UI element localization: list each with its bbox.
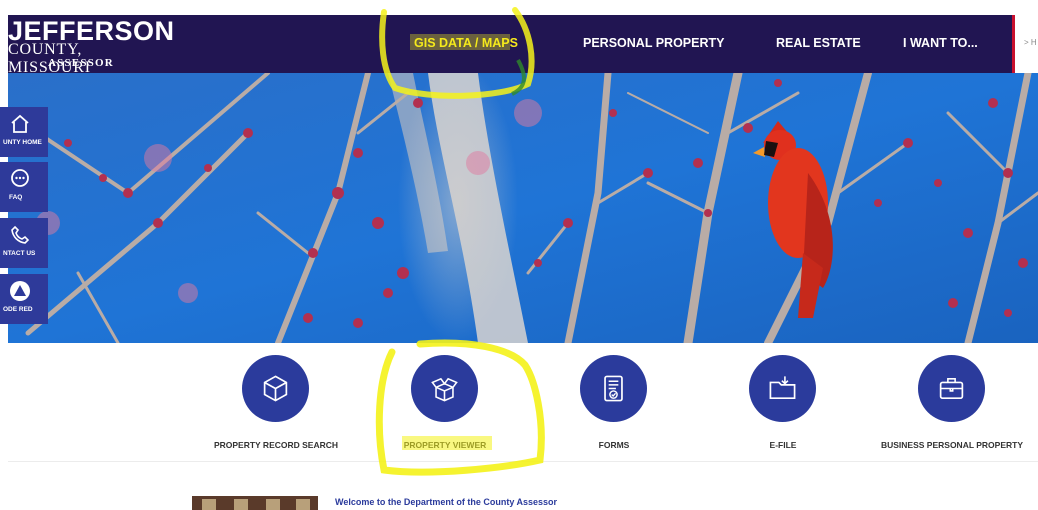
folder-download-icon <box>769 376 796 400</box>
county-logo[interactable]: JEFFERSON COUNTY, MISSOURI ASSESSOR <box>8 15 174 76</box>
service-label[interactable]: FORMS <box>529 440 699 450</box>
services-row: PROPERTY RECORD SEARCH PROPERTY VIEWER F… <box>8 343 1038 461</box>
service-icon-circle[interactable] <box>749 355 816 422</box>
service-e-file[interactable]: E-FILE <box>698 343 868 461</box>
service-property-record-search[interactable]: PROPERTY RECORD SEARCH <box>191 343 361 461</box>
quick-link-label: FAQ <box>9 194 23 201</box>
site-header: JEFFERSON COUNTY, MISSOURI ASSESSOR GIS … <box>8 15 1038 76</box>
alert-icon <box>10 281 30 301</box>
nav-i-want-to[interactable]: I WANT TO... <box>903 15 978 73</box>
nav-personal-property[interactable]: PERSONAL PROPERTY <box>583 15 724 73</box>
breadcrumb-fragment[interactable]: > H <box>1024 15 1037 73</box>
nav-real-estate[interactable]: REAL ESTATE <box>776 15 861 73</box>
service-icon-circle[interactable] <box>242 355 309 422</box>
chat-icon <box>11 169 29 187</box>
quick-link-contact-us[interactable]: NTACT US <box>0 218 48 268</box>
open-box-icon <box>431 377 458 402</box>
checklist-icon <box>604 375 623 402</box>
hero-image <box>8 73 1038 343</box>
phone-icon <box>11 225 30 244</box>
home-icon <box>11 114 29 133</box>
cardinal-photo <box>8 73 1038 343</box>
service-icon-circle[interactable] <box>580 355 647 422</box>
nav-gis-data-maps[interactable]: GIS DATA / MAPS <box>414 15 518 73</box>
service-label[interactable]: BUSINESS PERSONAL PROPERTY <box>867 440 1037 450</box>
service-forms[interactable]: FORMS <box>529 343 699 461</box>
quick-link-label: ODE RED <box>3 306 33 313</box>
service-icon-circle[interactable] <box>411 355 478 422</box>
quick-link-faq[interactable]: FAQ <box>0 162 48 212</box>
service-property-viewer[interactable]: PROPERTY VIEWER <box>360 343 530 461</box>
assessor-building-photo <box>192 496 318 510</box>
section-divider <box>8 461 1038 462</box>
service-label[interactable]: E-FILE <box>698 440 868 450</box>
quick-link-county-home[interactable]: UNTY HOME <box>0 107 48 157</box>
briefcase-icon <box>939 378 964 400</box>
service-icon-circle[interactable] <box>918 355 985 422</box>
service-label[interactable]: PROPERTY RECORD SEARCH <box>191 440 361 450</box>
service-business-personal-property[interactable]: BUSINESS PERSONAL PROPERTY <box>867 343 1037 461</box>
cube-icon <box>263 375 288 402</box>
welcome-heading: Welcome to the Department of the County … <box>335 497 558 507</box>
logo-department: ASSESSOR <box>48 57 114 69</box>
quick-link-label: NTACT US <box>3 250 36 257</box>
service-label[interactable]: PROPERTY VIEWER <box>360 440 530 450</box>
quick-link-code-red[interactable]: ODE RED <box>0 274 48 324</box>
quick-link-label: UNTY HOME <box>3 139 42 146</box>
